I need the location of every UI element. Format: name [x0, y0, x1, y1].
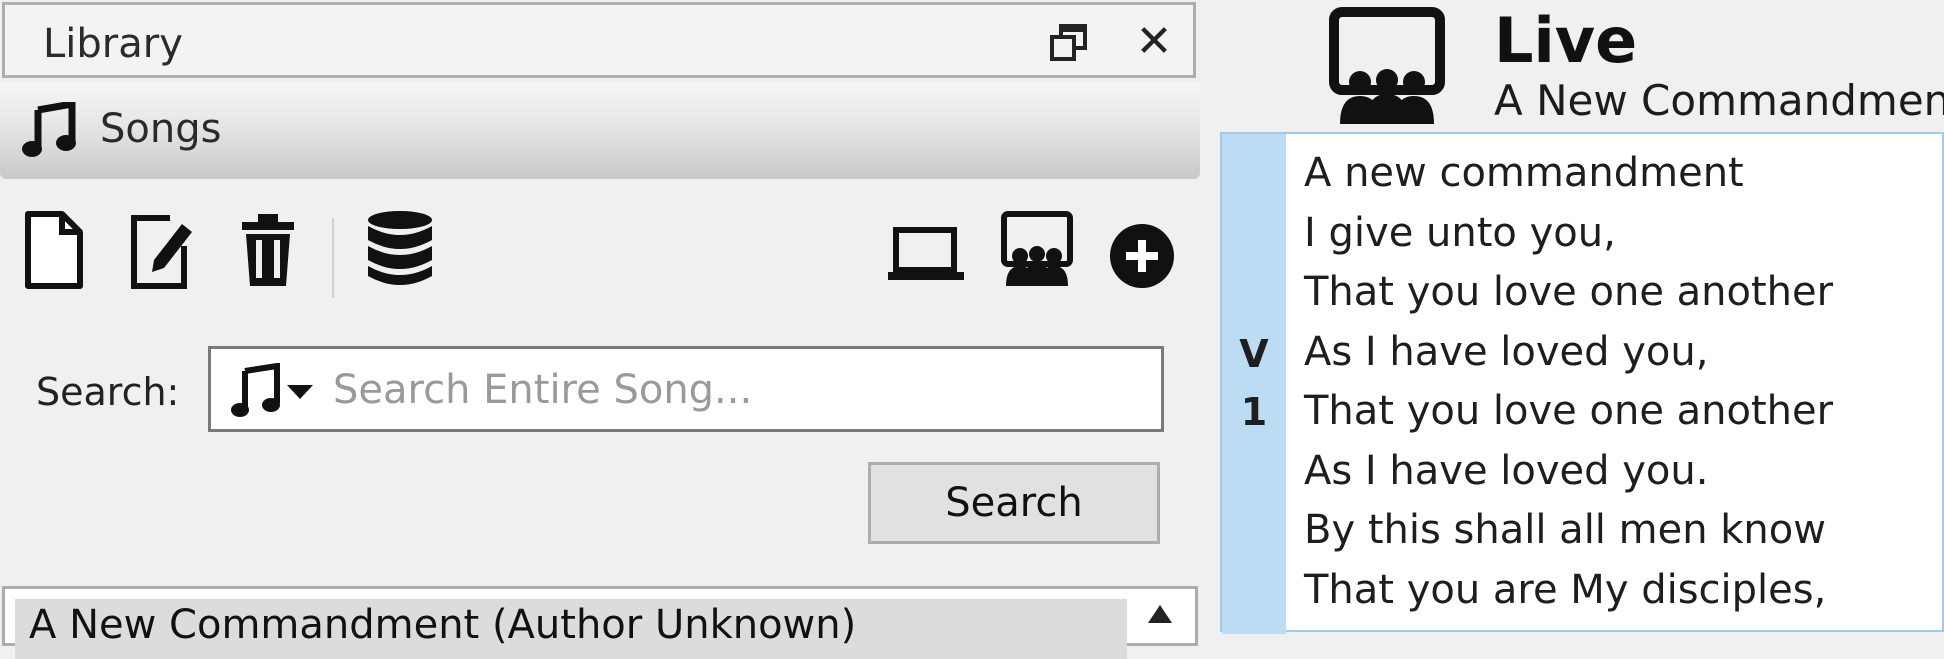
lyric-line: I give unto you, [1304, 209, 1616, 256]
laptop-icon[interactable] [886, 210, 966, 290]
library-toolbar [0, 210, 1200, 300]
search-button[interactable]: Search [868, 462, 1160, 544]
lyric-line: That you are My disciples, [1304, 566, 1827, 613]
new-song-icon[interactable] [20, 210, 90, 290]
live-presentation-icon [1328, 6, 1446, 124]
lyric-line: That you love one another [1304, 269, 1834, 315]
library-panel: Library ✕ Songs Search: Search Entire So… [0, 0, 1200, 659]
search-label: Search: [36, 370, 180, 414]
library-title: Library [43, 21, 183, 67]
verse-tag: V 1 [1222, 134, 1286, 634]
lyric-line: A new commandment [1304, 150, 1744, 196]
toolbar-separator [332, 218, 334, 298]
slide-lyrics: A new commandment I give unto you, That … [1304, 144, 1944, 620]
live-slide[interactable]: V 1 A new commandment I give unto you, T… [1220, 132, 1944, 634]
songs-section-header[interactable]: Songs [0, 82, 1200, 179]
search-input[interactable] [331, 359, 1145, 421]
delete-song-icon[interactable] [234, 210, 304, 290]
scroll-up-arrow-icon[interactable] [1145, 601, 1175, 625]
edit-song-icon[interactable] [126, 210, 196, 290]
add-circle-icon[interactable] [1108, 210, 1176, 290]
song-results-list: A New Commandment (Author Unknown) [2, 586, 1198, 659]
songs-label: Songs [100, 106, 222, 152]
library-title-bar: Library ✕ [2, 2, 1196, 78]
music-note-icon [22, 99, 78, 158]
verse-tag-number: 1 [1240, 390, 1268, 434]
list-item[interactable]: A New Commandment (Author Unknown) [15, 599, 1127, 659]
music-note-dropdown-icon[interactable] [231, 362, 317, 419]
presentation-icon[interactable] [1000, 210, 1074, 290]
lyric-line: As I have loved you, [1304, 328, 1709, 375]
live-song-title: A New Commandment [1494, 76, 1944, 125]
float-icon[interactable] [1049, 23, 1089, 63]
search-field[interactable] [208, 346, 1164, 432]
live-panel: Live A New Commandment V 1 A new command… [1208, 0, 1944, 634]
live-title: Live [1494, 4, 1638, 77]
lyric-line: That you love one another [1304, 388, 1834, 434]
verse-tag-letter: V [1239, 332, 1269, 376]
close-icon[interactable]: ✕ [1131, 19, 1177, 65]
database-icon[interactable] [362, 210, 438, 290]
lyric-line: By this shall all men know [1304, 507, 1826, 553]
lyric-line: As I have loved you. [1304, 447, 1709, 494]
